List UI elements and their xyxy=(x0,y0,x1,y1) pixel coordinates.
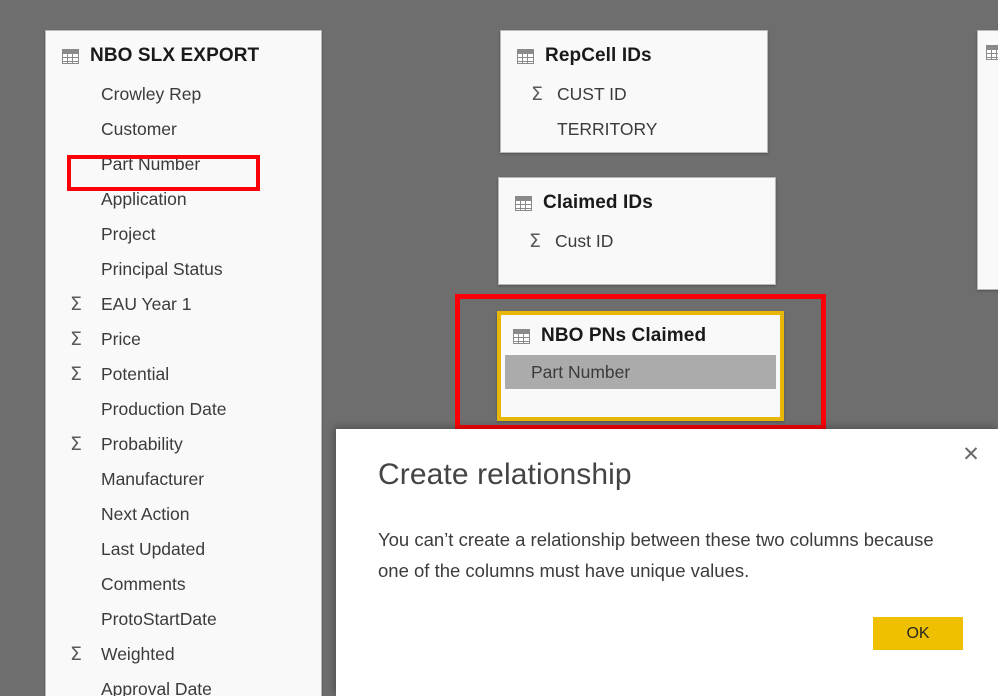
field-row[interactable]: ΣTERRITORY xyxy=(501,112,767,147)
fields-panel-title: NBO SLX EXPORT xyxy=(90,45,260,66)
field-label: Project xyxy=(101,224,156,244)
field-label: Production Date xyxy=(101,399,227,419)
repcell-card-title: RepCell IDs xyxy=(545,45,652,66)
close-icon[interactable]: ✕ xyxy=(952,437,990,471)
sigma-icon: Σ xyxy=(529,230,542,252)
field-label: Last Updated xyxy=(101,539,206,559)
table-card-repcell-ids[interactable]: RepCell IDs Σ CUST ID ΣTERRITORY xyxy=(500,30,768,153)
field-row[interactable]: ΣLast Updated xyxy=(46,532,321,567)
table-card-nbo-pns-claimed[interactable]: NBO PNs Claimed ΣPart Number xyxy=(497,311,784,421)
field-label: Cust ID xyxy=(555,231,614,251)
field-row[interactable]: ΣNext Action xyxy=(46,497,321,532)
repcell-field-list: Σ CUST ID ΣTERRITORY xyxy=(501,77,767,147)
sigma-icon: Σ xyxy=(531,83,544,105)
table-icon xyxy=(986,45,998,60)
table-icon xyxy=(515,195,532,211)
field-row[interactable]: Σ Price xyxy=(46,322,321,357)
field-label: Customer xyxy=(101,119,177,139)
fields-panel-nbo-slx-export: NBO SLX EXPORT ΣCrowley RepΣCustomerΣPar… xyxy=(45,30,322,696)
field-label: Application xyxy=(101,189,187,209)
field-label: Comments xyxy=(101,574,186,594)
field-label: Part Number xyxy=(101,154,201,174)
nbopns-card-header: NBO PNs Claimed xyxy=(501,315,780,355)
nbopns-field-list: ΣPart Number xyxy=(501,355,780,389)
sigma-icon: Σ xyxy=(70,433,83,455)
edge-card-header xyxy=(978,31,998,70)
ok-button[interactable]: OK xyxy=(873,617,963,650)
table-card-partial-right-edge[interactable] xyxy=(977,30,998,290)
table-card-claimed-ids[interactable]: Claimed IDs Σ Cust ID xyxy=(498,177,776,285)
field-row[interactable]: ΣPart Number xyxy=(505,355,776,389)
table-icon xyxy=(513,328,530,344)
field-label: Crowley Rep xyxy=(101,84,202,104)
field-label: Manufacturer xyxy=(101,469,205,489)
table-icon xyxy=(62,48,79,64)
nbopns-card-title: NBO PNs Claimed xyxy=(541,325,707,346)
field-row[interactable]: Σ EAU Year 1 xyxy=(46,287,321,322)
sigma-icon: Σ xyxy=(70,643,83,665)
field-label: EAU Year 1 xyxy=(101,294,192,314)
field-row[interactable]: Σ Probability xyxy=(46,427,321,462)
dialog-title: Create relationship xyxy=(378,458,632,491)
field-label: CUST ID xyxy=(557,84,627,104)
sigma-icon: Σ xyxy=(70,293,83,315)
table-icon xyxy=(517,48,534,64)
field-row[interactable]: ΣComments xyxy=(46,567,321,602)
create-relationship-dialog: ✕ Create relationship You can’t create a… xyxy=(336,429,998,696)
field-label: Probability xyxy=(101,434,183,454)
field-row[interactable]: ΣProject xyxy=(46,217,321,252)
fields-panel-field-list: ΣCrowley RepΣCustomerΣPart NumberΣApplic… xyxy=(46,77,321,696)
claimed-card-title: Claimed IDs xyxy=(543,192,653,213)
sigma-icon: Σ xyxy=(70,328,83,350)
field-row[interactable]: Σ Cust ID xyxy=(499,224,775,259)
claimed-card-header: Claimed IDs xyxy=(499,178,775,224)
field-label: Approval Date xyxy=(101,679,212,696)
field-label: Next Action xyxy=(101,504,190,524)
field-row[interactable]: ΣProduction Date xyxy=(46,392,321,427)
fields-panel-header: NBO SLX EXPORT xyxy=(46,31,321,77)
field-label: Price xyxy=(101,329,141,349)
field-label: TERRITORY xyxy=(557,119,658,139)
field-label: Potential xyxy=(101,364,170,384)
field-row[interactable]: ΣPart Number xyxy=(46,147,321,182)
field-row[interactable]: Σ Weighted xyxy=(46,637,321,672)
field-row[interactable]: ΣCrowley Rep xyxy=(46,77,321,112)
field-row[interactable]: Σ Potential xyxy=(46,357,321,392)
field-row[interactable]: Σ CUST ID xyxy=(501,77,767,112)
field-label: Principal Status xyxy=(101,259,223,279)
dialog-message: You can’t create a relationship between … xyxy=(378,529,934,581)
field-label: Part Number xyxy=(531,361,631,382)
field-row[interactable]: ΣProtoStartDate xyxy=(46,602,321,637)
field-label: ProtoStartDate xyxy=(101,609,217,629)
field-label: Weighted xyxy=(101,644,175,664)
repcell-card-header: RepCell IDs xyxy=(501,31,767,77)
claimed-field-list: Σ Cust ID xyxy=(499,224,775,259)
field-row[interactable]: ΣManufacturer xyxy=(46,462,321,497)
field-row[interactable]: ΣApproval Date xyxy=(46,672,321,696)
sigma-icon: Σ xyxy=(70,363,83,385)
field-row[interactable]: ΣPrincipal Status xyxy=(46,252,321,287)
field-row[interactable]: ΣCustomer xyxy=(46,112,321,147)
field-row[interactable]: ΣApplication xyxy=(46,182,321,217)
